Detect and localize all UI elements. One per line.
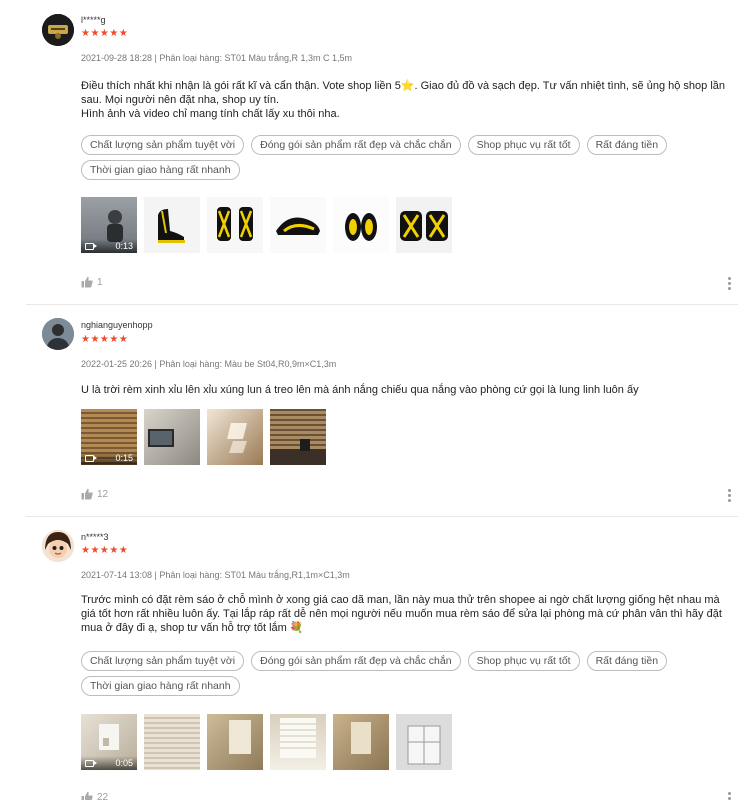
review-item: nghianguyenhopp ★★★★★ 2022-01-25 20:26 |… [26,305,738,517]
video-duration: 0:15 [115,453,133,463]
review-tag[interactable]: Rất đáng tiền [586,651,668,671]
more-options-button[interactable] [728,489,732,502]
username: l*****g [81,15,106,25]
rating-stars: ★★★★★ [81,334,129,345]
review-tag[interactable]: Shop phục vụ rất tốt [467,651,580,671]
username: nghianguyenhopp [81,320,153,330]
more-vertical-icon [728,792,731,795]
review-content: U là trời rèm xinh xỉu lên xỉu xúng lun … [81,383,726,397]
review-tag[interactable]: Rất đáng tiền [586,135,668,155]
like-count: 1 [97,276,103,288]
video-duration: 0:05 [115,758,133,768]
avatar[interactable] [42,318,74,350]
review-image-thumbnail[interactable] [270,197,326,253]
review-tag[interactable]: Thời gian giao hàng rất nhanh [81,676,240,696]
review-image-thumbnail[interactable] [396,197,452,253]
more-options-button[interactable] [728,792,732,800]
video-camera-icon [85,242,97,250]
video-camera-icon [85,454,97,462]
review-video-thumbnail[interactable]: 0:05 [81,714,137,770]
video-bar: 0:05 [81,756,137,770]
review-video-thumbnail[interactable]: 0:15 [81,409,137,465]
review-content: Trước mình có đặt rèm sáo ở chỗ mình ở x… [81,593,726,635]
thumbs-up-icon [81,276,93,288]
avatar[interactable] [42,14,74,46]
review-image-thumbnail[interactable] [144,197,200,253]
review-media: 0:13 [81,197,452,253]
like-button[interactable]: 22 [81,791,108,800]
more-options-button[interactable] [728,277,732,290]
review-media: 0:15 [81,409,326,465]
review-meta: 2021-07-14 13:08 | Phân loại hàng: ST01 … [81,570,350,580]
video-camera-icon [85,759,97,767]
review-tag[interactable]: Đóng gói sản phẩm rất đẹp và chắc chắn [251,135,461,155]
video-bar: 0:13 [81,239,137,253]
video-bar: 0:15 [81,451,137,465]
rating-stars: ★★★★★ [81,28,129,39]
review-tag[interactable]: Chất lượng sản phẩm tuyệt vời [81,651,245,671]
review-tag[interactable]: Thời gian giao hàng rất nhanh [81,160,240,180]
review-video-thumbnail[interactable]: 0:13 [81,197,137,253]
review-meta: 2021-09-28 18:28 | Phân loại hàng: ST01 … [81,53,353,63]
review-tag[interactable]: Đóng gói sản phẩm rất đẹp và chắc chắn [251,651,461,671]
review-media: 0:05 [81,714,452,770]
username: n*****3 [81,532,109,542]
review-tag[interactable]: Shop phục vụ rất tốt [467,135,580,155]
review-image-thumbnail[interactable] [144,714,200,770]
review-image-thumbnail[interactable] [270,714,326,770]
thumbs-up-icon [81,791,93,800]
review-item: l*****g ★★★★★ 2021-09-28 18:28 | Phân lo… [26,0,738,305]
review-image-thumbnail[interactable] [333,197,389,253]
review-image-thumbnail[interactable] [207,409,263,465]
more-vertical-icon [728,489,731,492]
review-content: Điều thích nhất khi nhận là gói rất kĩ v… [81,79,726,121]
like-count: 12 [97,488,109,500]
review-tags: Chất lượng sản phẩm tuyệt vời Đóng gói s… [81,651,721,696]
review-item: n*****3 ★★★★★ 2021-07-14 13:08 | Phân lo… [26,517,738,800]
like-button[interactable]: 1 [81,276,103,288]
like-button[interactable]: 12 [81,488,108,500]
review-tags: Chất lượng sản phẩm tuyệt vời Đóng gói s… [81,135,721,180]
video-duration: 0:13 [115,241,133,251]
review-image-thumbnail[interactable] [207,197,263,253]
review-text: Trước mình có đặt rèm sáo ở chỗ mình ở x… [81,594,725,634]
review-meta: 2022-01-25 20:26 | Phân loại hàng: Màu b… [81,359,337,369]
thumbs-up-icon [81,488,93,500]
avatar[interactable] [42,530,74,562]
rating-stars: ★★★★★ [81,545,129,556]
review-tag[interactable]: Chất lượng sản phẩm tuyệt vời [81,135,245,155]
review-image-thumbnail[interactable] [207,714,263,770]
review-image-thumbnail[interactable] [333,714,389,770]
review-text: Điều thích nhất khi nhận là gói rất kĩ v… [81,80,725,120]
review-image-thumbnail[interactable] [396,714,452,770]
review-image-thumbnail[interactable] [270,409,326,465]
more-vertical-icon [728,277,731,280]
review-image-thumbnail[interactable] [144,409,200,465]
review-text: U là trời rèm xinh xỉu lên xỉu xúng lun … [81,384,639,396]
like-count: 22 [97,791,109,800]
